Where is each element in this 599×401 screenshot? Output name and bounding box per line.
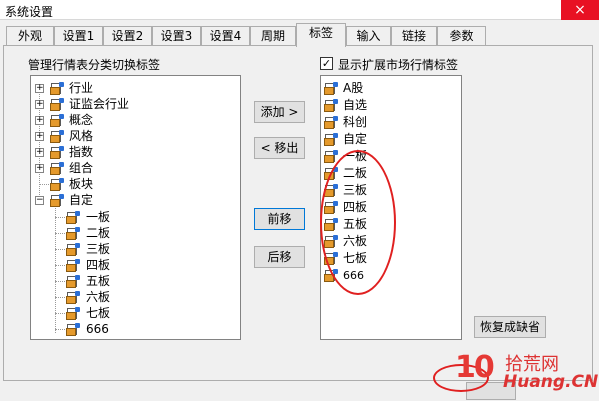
folder-tag-icon xyxy=(66,243,80,256)
folder-tag-icon xyxy=(324,116,338,129)
folder-tag-icon xyxy=(324,99,338,112)
watermark-number: 10 xyxy=(455,350,495,385)
tab-appearance[interactable]: 外观 xyxy=(6,26,54,46)
folder-tag-icon xyxy=(324,150,338,163)
remove-button[interactable]: < 移出 xyxy=(254,137,305,159)
folder-tag-icon xyxy=(50,178,64,191)
move-up-button[interactable]: 前移 xyxy=(254,208,305,230)
folder-tag-icon xyxy=(50,82,64,95)
folder-tag-icon xyxy=(50,146,64,159)
show-extended-checkbox[interactable]: ✓ xyxy=(320,57,333,70)
tab-period[interactable]: 周期 xyxy=(250,26,296,46)
title-bar: 系统设置 × xyxy=(0,0,599,20)
folder-tag-icon xyxy=(50,194,64,207)
expand-icon[interactable]: + xyxy=(35,84,44,93)
close-icon: × xyxy=(574,2,586,18)
check-icon: ✓ xyxy=(321,57,332,70)
collapse-icon[interactable]: − xyxy=(35,196,44,205)
tab-settings-2[interactable]: 设置2 xyxy=(103,26,152,46)
expand-icon[interactable]: + xyxy=(35,148,44,157)
tab-params[interactable]: 参数 xyxy=(437,26,486,46)
watermark-logo: 10 拾荒网 Huang.CN xyxy=(433,348,599,401)
add-button[interactable]: 添加 > xyxy=(254,101,305,123)
folder-tag-icon xyxy=(50,162,64,175)
folder-tag-icon xyxy=(50,98,64,111)
tab-settings-1[interactable]: 设置1 xyxy=(54,26,103,46)
tab-input[interactable]: 输入 xyxy=(346,26,391,46)
folder-tag-icon xyxy=(66,227,80,240)
show-extended-label: 显示扩展市场行情标签 xyxy=(338,58,459,72)
folder-tag-icon xyxy=(50,130,64,143)
folder-tag-icon xyxy=(66,275,80,288)
restore-defaults-button[interactable]: 恢复成缺省 xyxy=(474,316,546,338)
expand-icon[interactable]: + xyxy=(35,116,44,125)
expand-icon[interactable]: + xyxy=(35,132,44,141)
folder-tag-icon xyxy=(66,323,80,336)
folder-tag-icon xyxy=(324,133,338,146)
tab-settings-3[interactable]: 设置3 xyxy=(152,26,201,46)
window-title: 系统设置 xyxy=(5,5,54,19)
folder-tag-icon xyxy=(66,307,80,320)
folder-tag-icon xyxy=(66,259,80,272)
folder-tag-icon xyxy=(50,114,64,127)
folder-tag-icon xyxy=(324,82,338,95)
annotation-ellipse xyxy=(320,150,396,295)
close-button[interactable]: × xyxy=(561,0,599,20)
expand-icon[interactable]: + xyxy=(35,164,44,173)
expand-icon[interactable]: + xyxy=(35,100,44,109)
tab-settings-4[interactable]: 设置4 xyxy=(201,26,250,46)
folder-tag-icon xyxy=(66,291,80,304)
category-tree[interactable]: + 行业 + 证监会行业 + 概念 + 风格 + 指数 + 组合 板块 − 自定 xyxy=(30,75,241,340)
watermark-en: Huang.CN xyxy=(503,372,599,392)
tab-links[interactable]: 链接 xyxy=(391,26,437,46)
move-down-button[interactable]: 后移 xyxy=(254,246,305,268)
tab-labels[interactable]: 标签 xyxy=(296,23,346,47)
manage-tabs-label: 管理行情表分类切换标签 xyxy=(28,58,161,72)
folder-tag-icon xyxy=(66,211,80,224)
